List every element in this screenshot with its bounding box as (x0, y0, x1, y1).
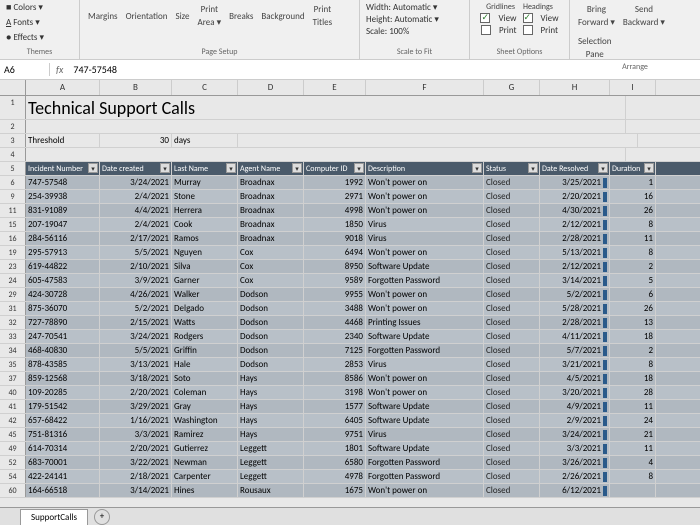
col-E[interactable]: E (304, 80, 366, 95)
scale-label: Scale to Fit (366, 47, 463, 57)
name-box[interactable]: A6 (0, 63, 50, 76)
hdr-cid: Computer ID▾ (304, 162, 366, 175)
hdr-status: Status▾ (484, 162, 540, 175)
arrange-label: Arrange (576, 62, 694, 72)
add-sheet-btn[interactable]: + (94, 509, 110, 525)
hdr-resolved: Date Resolved▾ (540, 162, 610, 175)
col-C[interactable]: C (172, 80, 238, 95)
send-backward-btn[interactable]: SendBackward ▾ (621, 2, 667, 30)
breaks-btn[interactable]: Breaks (227, 9, 255, 24)
table-row[interactable]: 49 614-70314 2/20/2021 Gutierrez Leggett… (0, 442, 700, 456)
table-row[interactable]: 15 207-19047 2/4/2021 Cook Broadnax 1850… (0, 218, 700, 232)
height-val[interactable]: Automatic (395, 14, 433, 25)
hdr-date: Date created▾ (100, 162, 172, 175)
col-G[interactable]: G (484, 80, 540, 95)
formula-value[interactable]: 747-57548 (69, 63, 121, 76)
gridlines-view-cb[interactable] (480, 13, 490, 23)
table-row[interactable]: 19 295-57913 5/5/2021 Nguyen Cox 6494 Wo… (0, 246, 700, 260)
page-title: Technical Support Calls (26, 96, 626, 119)
table-header-row: 5 Incident Number▾ Date created▾ Last Na… (0, 162, 700, 176)
col-B[interactable]: B (100, 80, 172, 95)
table-row[interactable]: 31 875-36070 5/2/2021 Delgado Dodson 348… (0, 302, 700, 316)
print-area-btn[interactable]: PrintArea ▾ (196, 2, 224, 30)
table-row[interactable]: 52 683-70001 3/22/2021 Newman Leggett 65… (0, 456, 700, 470)
table-row[interactable]: 23 619-44822 2/10/2021 Silva Cox 8950 So… (0, 260, 700, 274)
table-row[interactable]: 24 605-47583 3/9/2021 Garner Cox 9589 Fo… (0, 274, 700, 288)
table-row[interactable]: 54 422-24141 2/18/2021 Carpenter Leggett… (0, 470, 700, 484)
bring-forward-btn[interactable]: BringForward ▾ (576, 2, 617, 30)
table-row[interactable]: 45 751-81316 3/3/2021 Ramirez Hays 9751 … (0, 428, 700, 442)
hdr-duration: Duration▾ (610, 162, 656, 175)
ribbon: ■ Colors ▾ A Fonts ▾ ● Effects ▾ Themes … (0, 0, 700, 60)
table-row[interactable]: 16 284-56116 2/17/2021 Ramos Broadnax 90… (0, 232, 700, 246)
selection-pane-btn[interactable]: SelectionPane (576, 34, 613, 62)
table-row[interactable]: 60 164-66518 3/14/2021 Hines Rousaux 167… (0, 484, 700, 498)
filter-icon[interactable]: ▾ (88, 163, 98, 173)
table-row[interactable]: 32 727-78890 2/15/2021 Watts Dodson 4468… (0, 316, 700, 330)
table-row[interactable]: 11 831-91089 4/4/2021 Herrera Broadnax 4… (0, 204, 700, 218)
size-btn[interactable]: Size (173, 9, 191, 24)
column-headers: A B C D E F G H I (0, 80, 700, 96)
width-val[interactable]: Automatic (393, 2, 431, 13)
table-row[interactable]: 42 657-68422 1/16/2021 Washington Hays 6… (0, 414, 700, 428)
hdr-desc: Description▾ (366, 162, 484, 175)
fx-icon[interactable]: fx (50, 63, 69, 76)
grid[interactable]: 1Technical Support Calls 2 3 Threshold 3… (0, 96, 700, 498)
fonts-btn[interactable]: A Fonts ▾ (6, 17, 40, 28)
headings-view-cb[interactable] (523, 13, 533, 23)
orientation-btn[interactable]: Orientation (124, 9, 170, 24)
effects-btn[interactable]: ● Effects ▾ (6, 32, 44, 43)
print-titles-btn[interactable]: PrintTitles (311, 2, 335, 30)
col-D[interactable]: D (238, 80, 304, 95)
page-setup-label: Page Setup (86, 47, 353, 57)
table-row[interactable]: 35 878-43585 3/13/2021 Hale Dodson 2853 … (0, 358, 700, 372)
headings-print-cb[interactable] (523, 25, 533, 35)
threshold-unit: days (172, 134, 238, 147)
table-row[interactable]: 41 179-51542 3/29/2021 Gray Hays 1577 So… (0, 400, 700, 414)
table-row[interactable]: 29 424-30728 4/26/2021 Walker Dodson 995… (0, 288, 700, 302)
table-row[interactable]: 9 254-39938 2/4/2021 Stone Broadnax 2971… (0, 190, 700, 204)
table-row[interactable]: 6 747-57548 3/24/2021 Murray Broadnax 19… (0, 176, 700, 190)
sheet-tabs: SupportCalls + (0, 507, 700, 525)
sheet-options-label: Sheet Options (476, 47, 563, 57)
threshold-value: 30 (100, 134, 172, 147)
table-row[interactable]: 37 859-12568 3/18/2021 Soto Hays 8586 Wo… (0, 372, 700, 386)
hdr-incident: Incident Number▾ (26, 162, 100, 175)
colors-btn[interactable]: ■ Colors ▾ (6, 2, 43, 13)
col-H[interactable]: H (540, 80, 610, 95)
table-row[interactable]: 34 468-40830 5/5/2021 Griffin Dodson 712… (0, 344, 700, 358)
threshold-label: Threshold (26, 134, 100, 147)
table-row[interactable]: 40 109-20285 2/20/2021 Coleman Hays 3198… (0, 386, 700, 400)
margins-btn[interactable]: Margins (86, 9, 120, 24)
table-row[interactable]: 33 247-70541 3/24/2021 Rodgers Dodson 23… (0, 330, 700, 344)
background-btn[interactable]: Background (259, 9, 306, 24)
col-I[interactable]: I (610, 80, 656, 95)
col-F[interactable]: F (366, 80, 484, 95)
themes-label: Themes (6, 47, 73, 57)
tab-supportcalls[interactable]: SupportCalls (20, 509, 88, 525)
hdr-agent: Agent Name▾ (238, 162, 304, 175)
scale-val[interactable]: 100% (389, 26, 409, 37)
col-A[interactable]: A (26, 80, 100, 95)
hdr-lastname: Last Name▾ (172, 162, 238, 175)
gridlines-print-cb[interactable] (481, 25, 491, 35)
